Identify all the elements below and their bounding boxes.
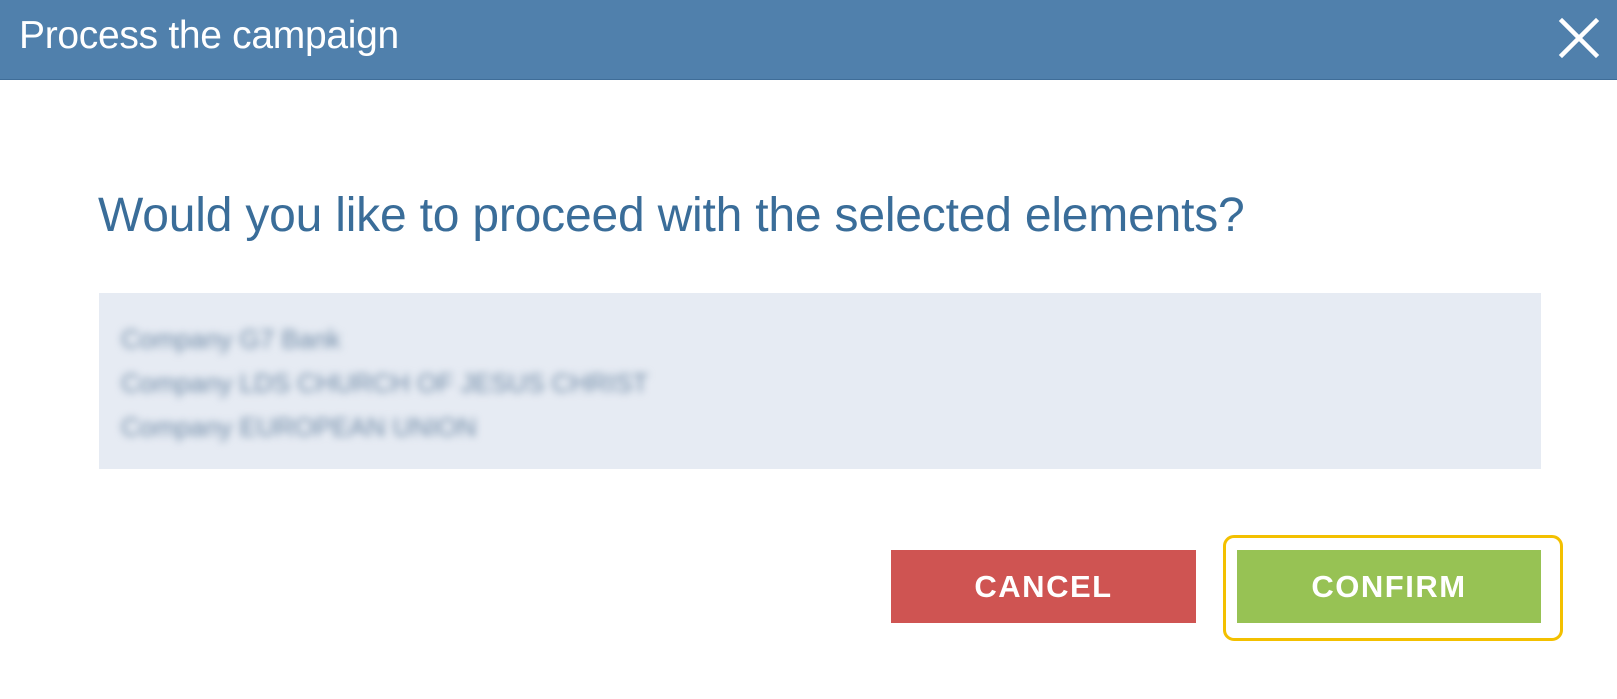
close-button[interactable] [1555,14,1603,62]
list-item: Company EUROPEAN UNION [121,412,477,442]
process-campaign-dialog: Process the campaign Would you like to p… [0,0,1617,699]
dialog-titlebar: Process the campaign [0,0,1617,80]
confirm-button[interactable]: CONFIRM [1237,550,1541,623]
list-item: Company LDS CHURCH OF JESUS CHRIST [121,368,649,398]
confirmation-question: Would you like to proceed with the selec… [98,189,1245,242]
selected-elements-list: Company G7 Bank Company LDS CHURCH OF JE… [99,293,1541,469]
list-item: Company G7 Bank [121,324,341,354]
close-icon [1558,17,1600,59]
dialog-title: Process the campaign [19,14,399,57]
cancel-button[interactable]: CANCEL [891,550,1196,623]
